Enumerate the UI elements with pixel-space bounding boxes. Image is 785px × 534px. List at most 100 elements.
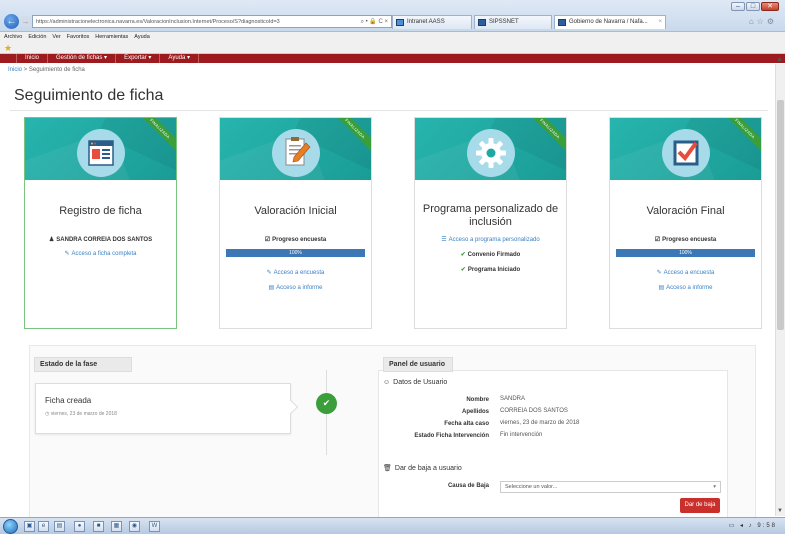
breadcrumb-separator: > bbox=[22, 67, 29, 73]
link-label[interactable]: Acceso a informe bbox=[666, 285, 712, 291]
progress-label-line: ☑ Progreso encuesta bbox=[614, 236, 757, 244]
status-programa-iniciado: ✔ Programa Iniciado bbox=[419, 266, 562, 274]
field-apellidos-value: CORREIA DOS SANTOS bbox=[500, 408, 568, 414]
causa-baja-select[interactable]: Seleccione un valor... ▾ bbox=[500, 481, 721, 493]
status-label: Programa Iniciado bbox=[467, 267, 521, 273]
address-bar[interactable]: https://administracionelectronica.navarr… bbox=[32, 15, 392, 28]
link-label[interactable]: Acceso a informe bbox=[276, 285, 322, 291]
tab-label: SIPSSNET bbox=[489, 19, 519, 25]
home-star-gear-icons[interactable]: ⌂☆⚙ bbox=[749, 17, 777, 26]
phase-date: viernes, 23 de marzo de 2018 bbox=[50, 411, 117, 417]
link-acceso-encuesta[interactable]: ✎ Acceso a encuesta bbox=[614, 269, 757, 277]
menu-herramientas[interactable]: Herramientas bbox=[95, 32, 128, 42]
taskbar-app-icon[interactable]: ■ bbox=[93, 521, 104, 532]
maximize-button[interactable]: □ bbox=[746, 2, 760, 11]
tab-close-icon[interactable]: × bbox=[658, 16, 662, 29]
link-ficha-completa[interactable]: ✎ Acceso a ficha completa bbox=[29, 250, 172, 258]
link-programa-personalizado[interactable]: ☰ Acceso a programa personalizado bbox=[419, 236, 562, 244]
window-controls: – □ ✕ bbox=[731, 2, 779, 11]
tab-favicon-icon bbox=[478, 19, 486, 26]
status-label: Convenio Firmado bbox=[467, 252, 521, 258]
link-label[interactable]: Acceso a encuesta bbox=[274, 270, 325, 276]
start-button-icon[interactable] bbox=[3, 519, 18, 534]
card-title: Valoración Final bbox=[646, 205, 725, 217]
select-placeholder: Seleccione un valor... bbox=[505, 484, 558, 490]
gear-icon bbox=[466, 129, 515, 177]
checked-box-icon bbox=[661, 129, 710, 177]
phase-date-line: ◷ viernes, 23 de marzo de 2018 bbox=[45, 411, 117, 417]
estado-fase-header: Estado de la fase bbox=[34, 357, 132, 372]
favorites-bar: ★ bbox=[0, 42, 785, 54]
taskbar-app-icon[interactable]: ▦ bbox=[111, 521, 122, 532]
nav-inicio[interactable]: Inicio bbox=[16, 54, 49, 63]
nav-ayuda[interactable]: Ayuda ▾ bbox=[160, 54, 200, 63]
document-icon: ▤ bbox=[268, 285, 275, 291]
windows-taskbar: ▣ e ▤ ● ■ ▦ ◉ W ▭ ◂ ♪ 9:58 bbox=[0, 517, 785, 534]
check-circle-icon: ✔ bbox=[316, 393, 337, 414]
progress-bar: 100% bbox=[616, 249, 755, 257]
taskbar-app-icon[interactable]: ◉ bbox=[129, 521, 140, 532]
card-header: FINALIZADA bbox=[25, 118, 176, 180]
phase-card: Ficha creada ◷ viernes, 23 de marzo de 2… bbox=[35, 383, 291, 434]
address-tools-icons[interactable]: ⌕ • 🔒 C × bbox=[361, 18, 391, 26]
tab-sipssnet[interactable]: SIPSSNET bbox=[474, 15, 552, 29]
breadcrumb-current: Seguimiento de ficha bbox=[28, 67, 85, 73]
link-label[interactable]: Acceso a programa personalizado bbox=[449, 237, 540, 243]
link-label[interactable]: Acceso a ficha completa bbox=[71, 251, 136, 257]
tab-gobierno-navarra[interactable]: Gobierno de Navarra / Nafa... × bbox=[554, 15, 666, 29]
minimize-button[interactable]: – bbox=[731, 2, 745, 11]
tab-intranet[interactable]: Intranet AASS bbox=[392, 15, 472, 29]
url-text[interactable]: https://administracionelectronica.navarr… bbox=[36, 19, 358, 25]
menu-ver[interactable]: Ver bbox=[52, 32, 60, 42]
scroll-up-icon[interactable]: ▲ bbox=[776, 56, 783, 63]
taskbar-app-icon[interactable]: ▣ bbox=[24, 521, 35, 532]
field-fecha-alta-value: viernes, 23 de marzo de 2018 bbox=[500, 420, 580, 426]
card-registro-ficha: FINALIZADA Registro de ficha ♟ SANDRA COR… bbox=[24, 117, 177, 329]
document-icon: ▤ bbox=[658, 285, 665, 291]
breadcrumb: Inicio > Seguimiento de ficha bbox=[8, 67, 85, 73]
card-header: FINALIZADA bbox=[610, 118, 761, 180]
system-tray[interactable]: ▭ ◂ ♪ 9:58 bbox=[729, 522, 777, 529]
favorites-star-icon[interactable]: ★ bbox=[4, 43, 12, 54]
card-valoracion-inicial: FINALIZADA Valoración Inicial ☑ Progreso … bbox=[219, 117, 372, 329]
link-acceso-informe[interactable]: ▤ Acceso a informe bbox=[614, 284, 757, 292]
tray-clock: 9:58 bbox=[757, 523, 777, 529]
breadcrumb-home-link[interactable]: Inicio bbox=[8, 67, 22, 73]
nav-gestion-fichas[interactable]: Gestión de fichas ▾ bbox=[48, 54, 117, 63]
title-divider bbox=[10, 110, 768, 111]
card-title: Registro de ficha bbox=[59, 205, 142, 217]
close-window-button[interactable]: ✕ bbox=[761, 2, 779, 11]
trash-icon: 🗑 bbox=[383, 465, 392, 472]
chevron-down-icon: ▾ bbox=[713, 484, 716, 490]
menu-edicion[interactable]: Edición bbox=[28, 32, 46, 42]
tab-label: Intranet AASS bbox=[407, 19, 445, 25]
link-acceso-encuesta[interactable]: ✎ Acceso a encuesta bbox=[224, 269, 367, 277]
phase-title: Ficha creada bbox=[45, 396, 92, 405]
taskbar-folder-icon[interactable]: ▤ bbox=[54, 521, 65, 532]
dar-de-baja-button[interactable]: Dar de baja bbox=[680, 498, 720, 513]
progress-label: Progreso encuesta bbox=[272, 237, 327, 243]
user-icon: ♟ bbox=[48, 237, 55, 243]
user-circle-icon: ☺ bbox=[383, 379, 391, 386]
menu-archivo[interactable]: Archivo bbox=[4, 32, 22, 42]
taskbar-word-icon[interactable]: W bbox=[149, 521, 160, 532]
forward-arrow-icon[interactable]: → bbox=[20, 16, 31, 27]
taskbar-ie-icon[interactable]: e bbox=[38, 521, 49, 532]
card-programa-personalizado: FINALIZADA Programa personalizado de inc… bbox=[414, 117, 567, 329]
scrollbar-thumb[interactable] bbox=[777, 100, 784, 330]
taskbar-app-icon[interactable]: ● bbox=[74, 521, 85, 532]
card-user-line: ♟ SANDRA CORREIA DOS SANTOS bbox=[29, 236, 172, 244]
nav-exportar[interactable]: Exportar ▾ bbox=[116, 54, 161, 63]
scroll-down-icon[interactable]: ▼ bbox=[777, 508, 783, 514]
menu-favoritos[interactable]: Favoritos bbox=[67, 32, 90, 42]
link-acceso-informe[interactable]: ▤ Acceso a informe bbox=[224, 284, 367, 292]
progress-bar: 100% bbox=[226, 249, 365, 257]
field-label: Fecha alta caso bbox=[444, 421, 489, 427]
back-arrow-icon[interactable]: ← bbox=[4, 14, 19, 29]
checkmark-icon: ✔ bbox=[460, 252, 466, 258]
vertical-scrollbar[interactable]: ▼ bbox=[775, 64, 785, 516]
menu-ayuda[interactable]: Ayuda bbox=[134, 32, 150, 42]
link-label[interactable]: Acceso a encuesta bbox=[664, 270, 715, 276]
pencil-icon: ✎ bbox=[64, 251, 70, 257]
field-nombre-value: SANDRA bbox=[500, 396, 526, 402]
